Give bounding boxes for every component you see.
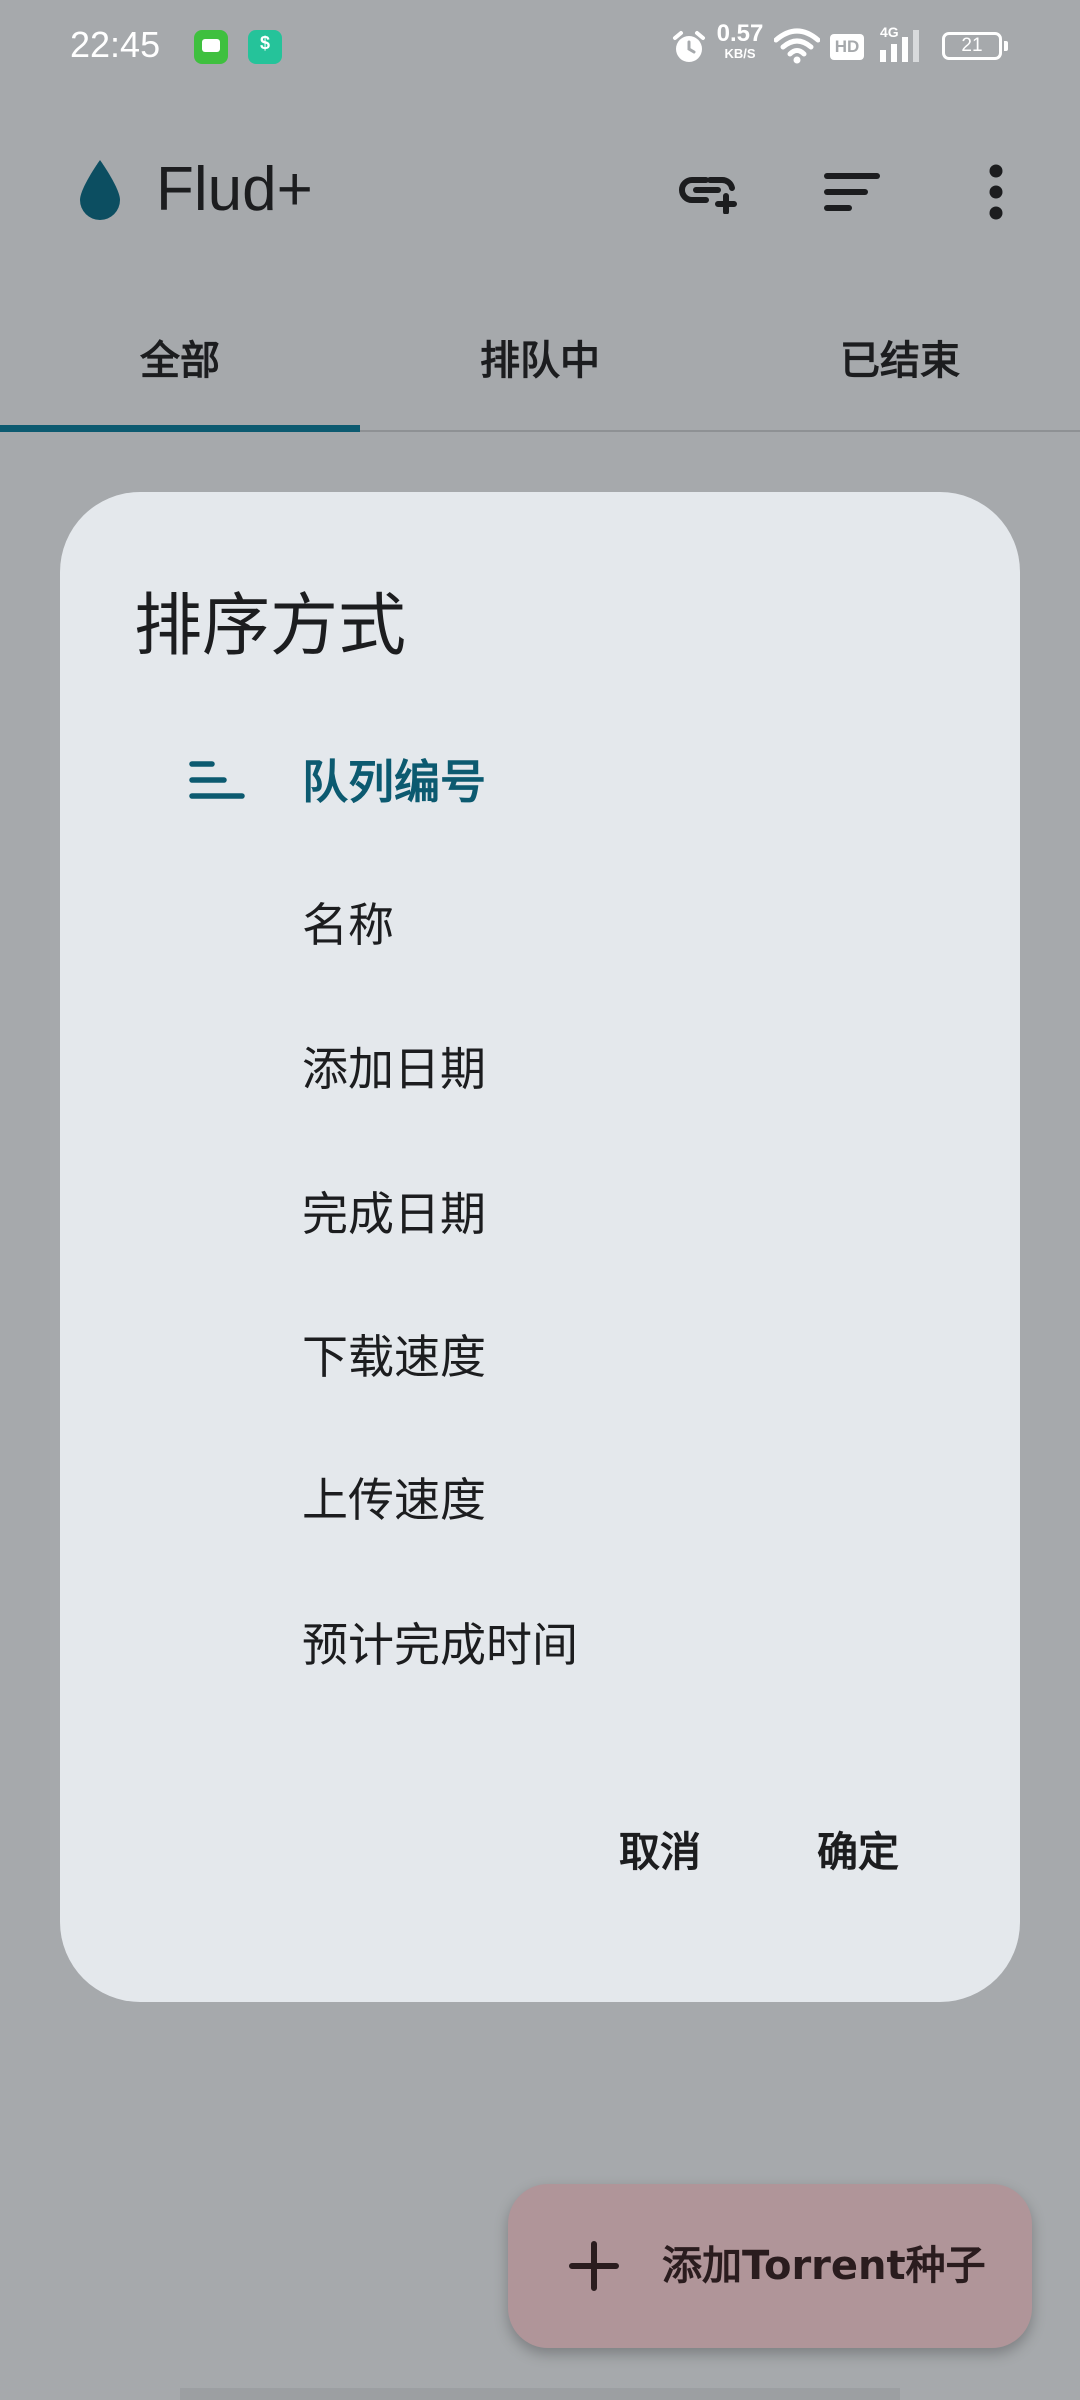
cancel-button[interactable]: 取消: [590, 1812, 730, 1892]
sort-option-eta[interactable]: 预计完成时间: [60, 1575, 1020, 1715]
status-bar: 22:45 0.57 KB/S HD 4G 21: [0, 0, 1080, 96]
app-title: Flud+: [156, 155, 313, 224]
sort-option-date-added[interactable]: 添加日期: [60, 999, 1020, 1139]
cellular-signal-icon: [880, 30, 919, 62]
sort-option-label: 上传速度: [302, 1473, 486, 1527]
sort-option-label: 下载速度: [302, 1330, 486, 1384]
sort-option-label: 预计完成时间: [302, 1618, 578, 1672]
confirm-button[interactable]: 确定: [788, 1812, 928, 1892]
water-drop-logo: [80, 160, 120, 220]
add-link-button[interactable]: [672, 156, 744, 228]
sort-option-name[interactable]: 名称: [60, 855, 1020, 995]
tab-bar: 全部 排队中 已结束: [0, 292, 1080, 432]
sort-option-label: 添加日期: [302, 1042, 486, 1096]
status-time: 22:45: [70, 24, 161, 65]
tab-all[interactable]: 全部: [0, 292, 360, 430]
tab-finished[interactable]: 已结束: [720, 292, 1080, 430]
network-speed-value: 0.57: [716, 20, 764, 47]
sort-option-label: 名称: [302, 898, 394, 952]
app-bar: Flud+: [0, 96, 1080, 292]
tab-queued[interactable]: 排队中: [360, 292, 720, 430]
add-link-icon: [679, 177, 737, 214]
hd-voice-badge: HD: [830, 34, 864, 60]
sort-option-date-completed[interactable]: 完成日期: [60, 1144, 1020, 1284]
network-speed: 0.57 KB/S: [712, 20, 768, 61]
more-options-button[interactable]: [960, 156, 1032, 228]
sort-icon: [824, 173, 880, 211]
tab-selected-indicator: [0, 425, 360, 432]
fab-label: 添加Torrent种子: [662, 2243, 986, 2289]
more-vert-icon: [989, 164, 1003, 220]
alarm-icon: [673, 31, 705, 62]
sort-dialog: 排序方式 队列编号 名称 添加日期 完成日期 下载速度 上传速度 预计完成时间 …: [60, 492, 1020, 2002]
dialog-title: 排序方式: [134, 587, 407, 666]
plus-icon: [569, 2241, 619, 2291]
battery-indicator: 21: [942, 32, 1008, 60]
sort-option-label: 队列编号: [302, 755, 486, 809]
sort-selected-icon: [189, 761, 245, 799]
bottom-list-edge: [180, 2388, 900, 2400]
add-torrent-fab[interactable]: 添加Torrent种子: [508, 2184, 1032, 2348]
sort-option-upload-speed[interactable]: 上传速度: [60, 1430, 1020, 1570]
messages-notification-icon: [194, 30, 228, 64]
sort-button[interactable]: [816, 156, 888, 228]
wifi-icon: [774, 28, 820, 64]
sort-option-download-speed[interactable]: 下载速度: [60, 1287, 1020, 1427]
network-speed-unit: KB/S: [724, 46, 756, 61]
sort-option-label: 完成日期: [302, 1187, 486, 1241]
sort-option-queue-number[interactable]: 队列编号: [60, 712, 1020, 852]
security-notification-icon: [248, 30, 282, 64]
